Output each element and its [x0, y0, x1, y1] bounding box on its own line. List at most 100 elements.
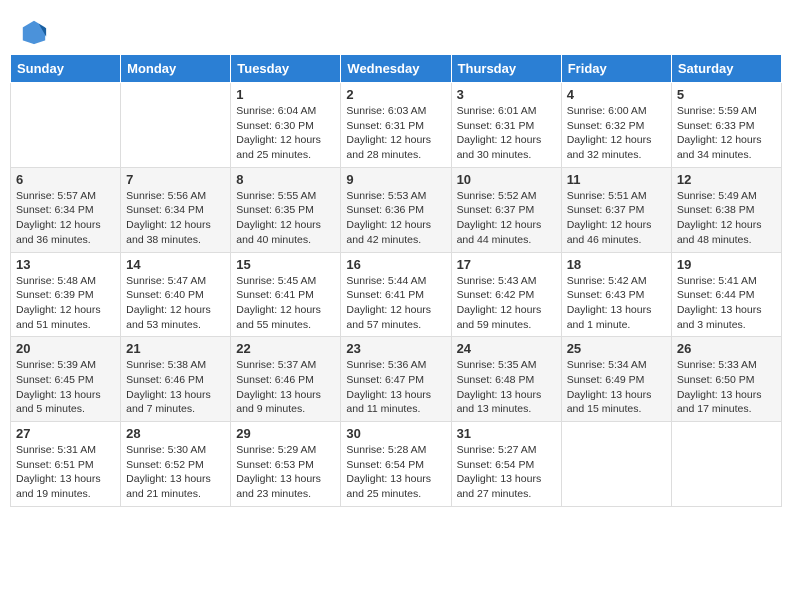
day-number: 25 — [567, 341, 666, 356]
day-header-thursday: Thursday — [451, 55, 561, 83]
day-info: Sunrise: 5:57 AM Sunset: 6:34 PM Dayligh… — [16, 189, 115, 248]
day-info: Sunrise: 5:53 AM Sunset: 6:36 PM Dayligh… — [346, 189, 445, 248]
day-info: Sunrise: 5:39 AM Sunset: 6:45 PM Dayligh… — [16, 358, 115, 417]
day-number: 22 — [236, 341, 335, 356]
calendar-cell: 8Sunrise: 5:55 AM Sunset: 6:35 PM Daylig… — [231, 167, 341, 252]
calendar-cell: 27 Sunrise: 5:31 AM Sunset: 6:51 PM Dayli… — [11, 422, 121, 507]
calendar-cell: 17Sunrise: 5:43 AM Sunset: 6:42 PM Dayli… — [451, 252, 561, 337]
calendar-week-row: 1Sunrise: 6:04 AM Sunset: 6:30 PM Daylig… — [11, 83, 782, 168]
calendar-cell: 26Sunrise: 5:33 AM Sunset: 6:50 PM Dayli… — [671, 337, 781, 422]
calendar-cell: 10 Sunrise: 5:52 AM Sunset: 6:37 PM Dayli… — [451, 167, 561, 252]
day-info: Sunrise: 5:28 AM Sunset: 6:54 PM Dayligh… — [346, 443, 445, 502]
day-number: 3 — [457, 87, 556, 102]
day-number: 31 — [457, 426, 556, 441]
calendar-cell: 4 Sunrise: 6:00 AM Sunset: 6:32 PM Daylig… — [561, 83, 671, 168]
day-header-wednesday: Wednesday — [341, 55, 451, 83]
day-info: Sunrise: 5:31 AM Sunset: 6:51 PM Dayligh… — [16, 443, 115, 502]
calendar-cell: 21 Sunrise: 5:38 AM Sunset: 6:46 PM Dayli… — [121, 337, 231, 422]
calendar-table: SundayMondayTuesdayWednesdayThursdayFrid… — [10, 54, 782, 507]
calendar-cell: 1Sunrise: 6:04 AM Sunset: 6:30 PM Daylig… — [231, 83, 341, 168]
day-number: 16 — [346, 257, 445, 272]
day-number: 7 — [126, 172, 225, 187]
day-number: 6 — [16, 172, 115, 187]
day-info: Sunrise: 5:33 AM Sunset: 6:50 PM Dayligh… — [677, 358, 776, 417]
calendar-cell: 29Sunrise: 5:29 AM Sunset: 6:53 PM Dayli… — [231, 422, 341, 507]
day-info: Sunrise: 5:52 AM Sunset: 6:37 PM Dayligh… — [457, 189, 556, 248]
calendar-cell: 6 Sunrise: 5:57 AM Sunset: 6:34 PM Daylig… — [11, 167, 121, 252]
day-number: 29 — [236, 426, 335, 441]
day-info: Sunrise: 5:56 AM Sunset: 6:34 PM Dayligh… — [126, 189, 225, 248]
day-number: 19 — [677, 257, 776, 272]
calendar-cell: 20 Sunrise: 5:39 AM Sunset: 6:45 PM Dayli… — [11, 337, 121, 422]
calendar-cell: 23 Sunrise: 5:36 AM Sunset: 6:47 PM Dayli… — [341, 337, 451, 422]
day-info: Sunrise: 6:00 AM Sunset: 6:32 PM Dayligh… — [567, 104, 666, 163]
calendar-cell — [671, 422, 781, 507]
calendar-cell — [11, 83, 121, 168]
calendar-cell: 30 Sunrise: 5:28 AM Sunset: 6:54 PM Dayli… — [341, 422, 451, 507]
day-info: Sunrise: 5:34 AM Sunset: 6:49 PM Dayligh… — [567, 358, 666, 417]
day-info: Sunrise: 5:37 AM Sunset: 6:46 PM Dayligh… — [236, 358, 335, 417]
day-header-friday: Friday — [561, 55, 671, 83]
day-header-saturday: Saturday — [671, 55, 781, 83]
day-number: 10 — [457, 172, 556, 187]
day-info: Sunrise: 5:30 AM Sunset: 6:52 PM Dayligh… — [126, 443, 225, 502]
day-info: Sunrise: 5:35 AM Sunset: 6:48 PM Dayligh… — [457, 358, 556, 417]
calendar-cell: 12Sunrise: 5:49 AM Sunset: 6:38 PM Dayli… — [671, 167, 781, 252]
day-header-monday: Monday — [121, 55, 231, 83]
day-header-sunday: Sunday — [11, 55, 121, 83]
logo — [20, 18, 50, 46]
day-number: 23 — [346, 341, 445, 356]
day-number: 24 — [457, 341, 556, 356]
day-info: Sunrise: 5:27 AM Sunset: 6:54 PM Dayligh… — [457, 443, 556, 502]
day-info: Sunrise: 5:59 AM Sunset: 6:33 PM Dayligh… — [677, 104, 776, 163]
day-number: 15 — [236, 257, 335, 272]
logo-icon — [20, 18, 48, 46]
day-number: 17 — [457, 257, 556, 272]
day-number: 5 — [677, 87, 776, 102]
day-number: 18 — [567, 257, 666, 272]
calendar-cell: 24 Sunrise: 5:35 AM Sunset: 6:48 PM Dayli… — [451, 337, 561, 422]
day-info: Sunrise: 5:44 AM Sunset: 6:41 PM Dayligh… — [346, 274, 445, 333]
day-number: 4 — [567, 87, 666, 102]
calendar-cell: 31 Sunrise: 5:27 AM Sunset: 6:54 PM Dayli… — [451, 422, 561, 507]
calendar-cell — [561, 422, 671, 507]
calendar-cell: 19 Sunrise: 5:41 AM Sunset: 6:44 PM Dayli… — [671, 252, 781, 337]
day-info: Sunrise: 5:36 AM Sunset: 6:47 PM Dayligh… — [346, 358, 445, 417]
day-info: Sunrise: 5:47 AM Sunset: 6:40 PM Dayligh… — [126, 274, 225, 333]
calendar-cell: 18 Sunrise: 5:42 AM Sunset: 6:43 PM Dayli… — [561, 252, 671, 337]
calendar-cell: 22 Sunrise: 5:37 AM Sunset: 6:46 PM Dayli… — [231, 337, 341, 422]
calendar-body: 1Sunrise: 6:04 AM Sunset: 6:30 PM Daylig… — [11, 83, 782, 507]
calendar-cell: 9 Sunrise: 5:53 AM Sunset: 6:36 PM Daylig… — [341, 167, 451, 252]
day-number: 11 — [567, 172, 666, 187]
day-info: Sunrise: 5:48 AM Sunset: 6:39 PM Dayligh… — [16, 274, 115, 333]
day-number: 12 — [677, 172, 776, 187]
calendar-cell: 25 Sunrise: 5:34 AM Sunset: 6:49 PM Dayli… — [561, 337, 671, 422]
day-header-row: SundayMondayTuesdayWednesdayThursdayFrid… — [11, 55, 782, 83]
day-info: Sunrise: 5:51 AM Sunset: 6:37 PM Dayligh… — [567, 189, 666, 248]
calendar-cell: 28 Sunrise: 5:30 AM Sunset: 6:52 PM Dayli… — [121, 422, 231, 507]
day-info: Sunrise: 5:42 AM Sunset: 6:43 PM Dayligh… — [567, 274, 666, 333]
calendar-cell: 3 Sunrise: 6:01 AM Sunset: 6:31 PM Daylig… — [451, 83, 561, 168]
day-info: Sunrise: 5:41 AM Sunset: 6:44 PM Dayligh… — [677, 274, 776, 333]
calendar-cell: 16 Sunrise: 5:44 AM Sunset: 6:41 PM Dayli… — [341, 252, 451, 337]
day-number: 27 — [16, 426, 115, 441]
day-info: Sunrise: 5:55 AM Sunset: 6:35 PM Dayligh… — [236, 189, 335, 248]
calendar-week-row: 20 Sunrise: 5:39 AM Sunset: 6:45 PM Dayli… — [11, 337, 782, 422]
calendar-week-row: 6 Sunrise: 5:57 AM Sunset: 6:34 PM Daylig… — [11, 167, 782, 252]
day-number: 9 — [346, 172, 445, 187]
day-number: 20 — [16, 341, 115, 356]
calendar-cell: 11 Sunrise: 5:51 AM Sunset: 6:37 PM Dayli… — [561, 167, 671, 252]
day-number: 13 — [16, 257, 115, 272]
calendar-cell: 5 Sunrise: 5:59 AM Sunset: 6:33 PM Daylig… — [671, 83, 781, 168]
calendar-cell — [121, 83, 231, 168]
day-info: Sunrise: 5:38 AM Sunset: 6:46 PM Dayligh… — [126, 358, 225, 417]
day-number: 21 — [126, 341, 225, 356]
day-number: 28 — [126, 426, 225, 441]
calendar-week-row: 27 Sunrise: 5:31 AM Sunset: 6:51 PM Dayli… — [11, 422, 782, 507]
calendar-cell: 15Sunrise: 5:45 AM Sunset: 6:41 PM Dayli… — [231, 252, 341, 337]
day-info: Sunrise: 6:01 AM Sunset: 6:31 PM Dayligh… — [457, 104, 556, 163]
day-number: 30 — [346, 426, 445, 441]
day-header-tuesday: Tuesday — [231, 55, 341, 83]
calendar-cell: 13 Sunrise: 5:48 AM Sunset: 6:39 PM Dayli… — [11, 252, 121, 337]
page-header — [10, 10, 782, 50]
